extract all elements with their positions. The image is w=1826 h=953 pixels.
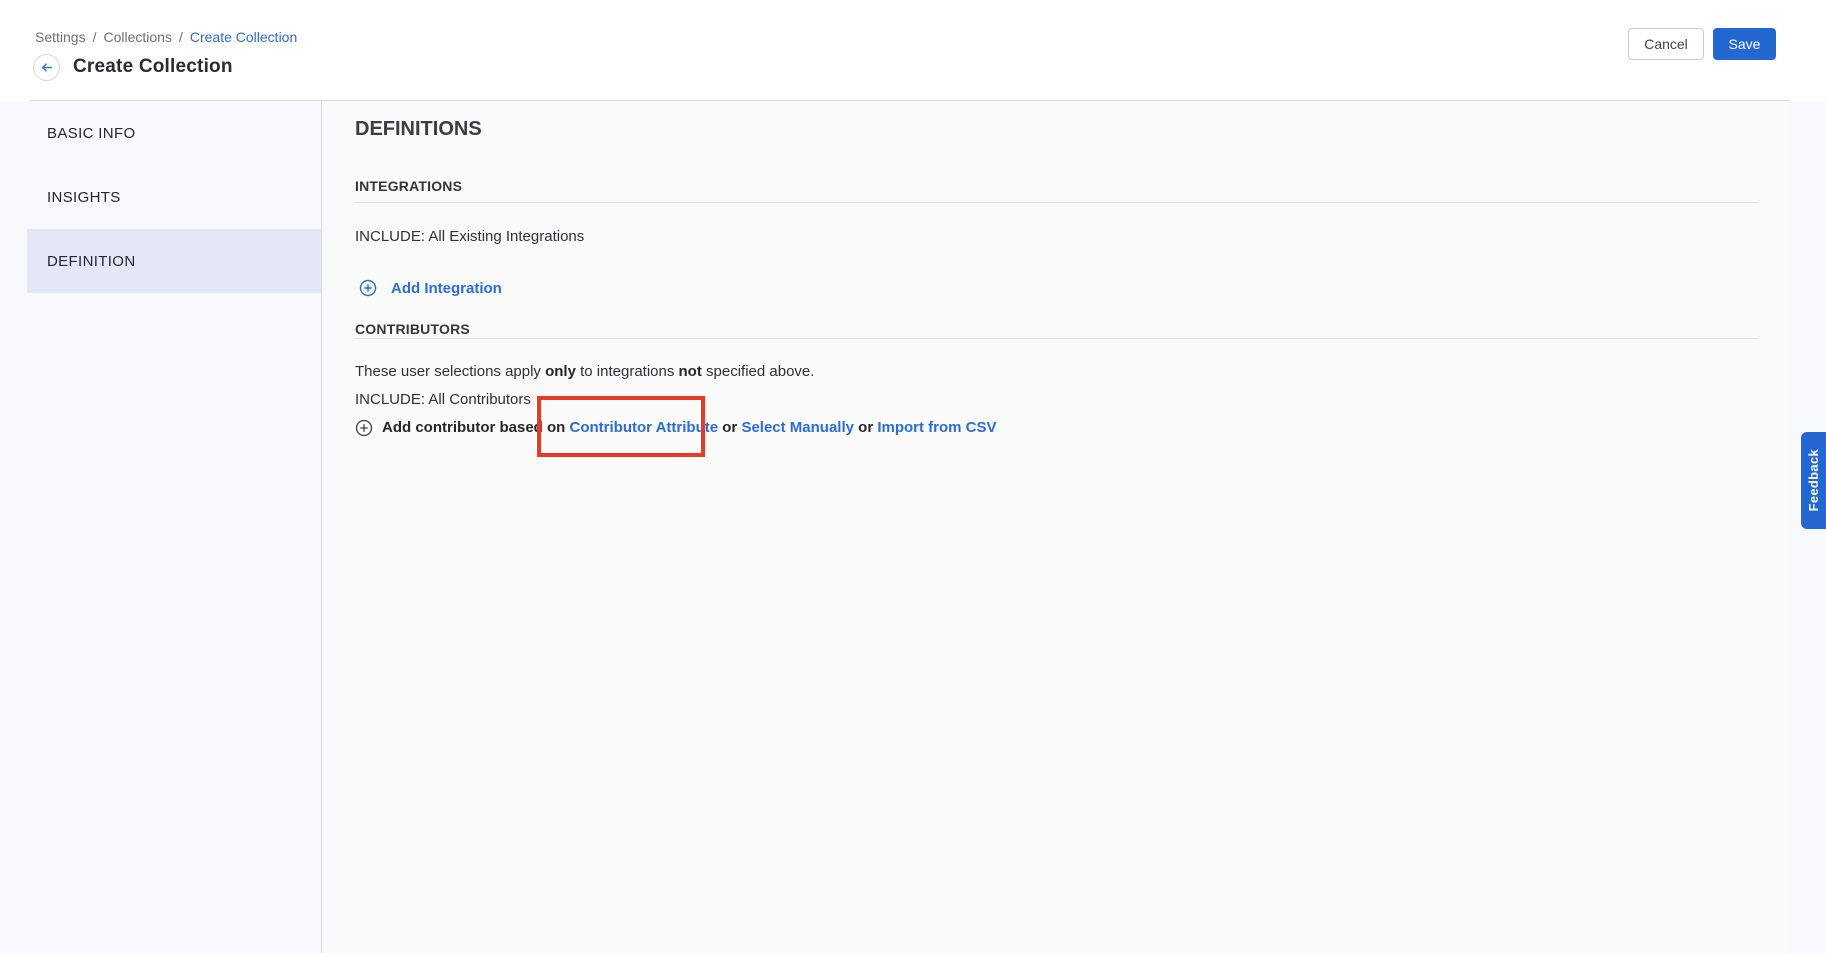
import-from-csv-link[interactable]: Import from CSV [877,419,996,436]
breadcrumb: Settings / Collections / Create Collection [35,29,297,45]
feedback-tab[interactable]: Feedback [1801,432,1826,529]
section-title: DEFINITIONS [355,116,482,142]
add-contributor-text: Add contributor based on Contributor Att… [382,418,997,438]
note-text: specified above. [702,363,815,380]
add-integration-label: Add Integration [391,280,502,297]
definition-panel: DEFINITIONS INTEGRATIONS INCLUDE: All Ex… [323,101,1790,953]
circle-plus-icon [359,279,377,297]
or-text: or [718,419,741,436]
or-text: or [854,419,877,436]
contributor-attribute-link[interactable]: Contributor Attribute [570,419,719,436]
add-contributor-prefix: Add contributor based on [382,419,570,436]
breadcrumb-separator: / [179,29,183,45]
note-text-bold: not [679,363,702,380]
breadcrumb-settings[interactable]: Settings [35,29,86,45]
integrations-divider [355,202,1758,203]
feedback-tab-label: Feedback [1806,449,1821,511]
save-button[interactable]: Save [1713,28,1776,60]
cancel-button[interactable]: Cancel [1628,28,1704,60]
back-button[interactable] [33,54,60,81]
circle-plus-icon [355,419,373,437]
sidebar-item-insights[interactable]: INSIGHTS [0,165,321,229]
contributors-divider [355,338,1758,339]
breadcrumb-separator: / [93,29,97,45]
note-text: These user selections apply [355,363,545,380]
contributors-include-text: INCLUDE: All Contributors [355,390,531,410]
arrow-left-icon [39,60,54,75]
breadcrumb-current[interactable]: Create Collection [190,29,297,45]
select-manually-link[interactable]: Select Manually [741,419,854,436]
sidebar-item-definition[interactable]: DEFINITION [27,229,321,293]
page-header: Settings / Collections / Create Collection C… [0,0,1826,101]
page-title: Create Collection [73,56,233,78]
contributors-heading: CONTRIBUTORS [355,321,470,337]
add-contributor-row: Add contributor based on Contributor Att… [355,417,997,439]
contributors-note: These user selections apply only to inte… [355,362,814,382]
note-text-bold: only [545,363,576,380]
settings-sidebar: BASIC INFO INSIGHTS DEFINITION [0,101,322,953]
breadcrumb-collections[interactable]: Collections [103,29,171,45]
integrations-heading: INTEGRATIONS [355,178,462,194]
add-integration-button[interactable]: Add Integration [359,277,502,299]
integrations-include-text: INCLUDE: All Existing Integrations [355,227,584,247]
note-text: to integrations [576,363,679,380]
sidebar-item-basic-info[interactable]: BASIC INFO [0,101,321,165]
